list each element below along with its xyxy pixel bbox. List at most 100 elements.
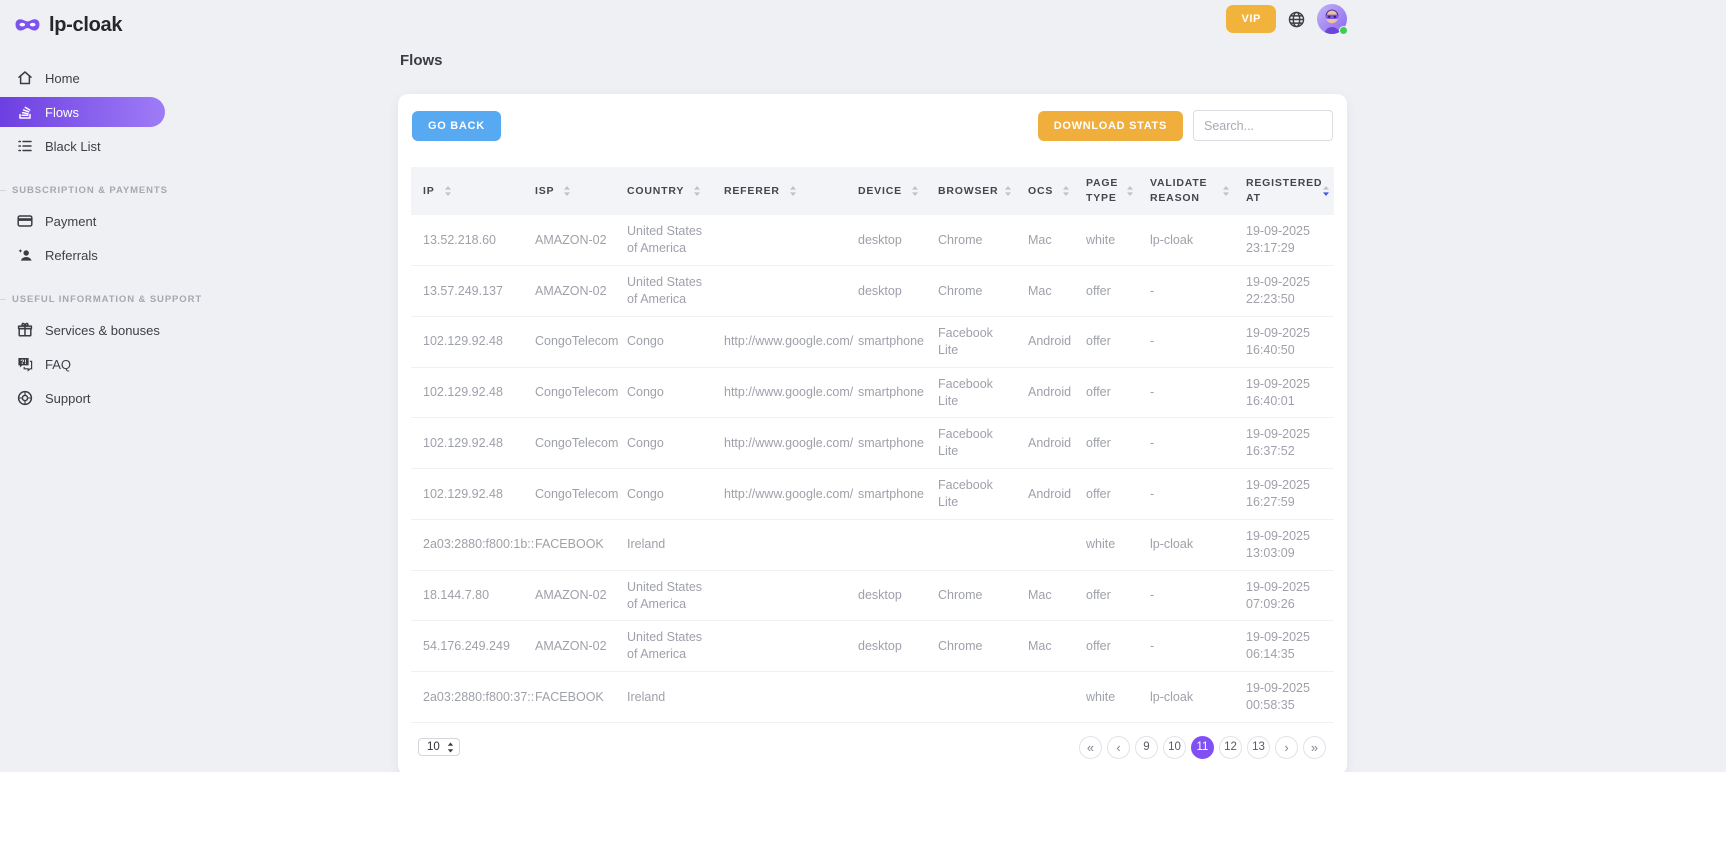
cell-page_type: white (1074, 672, 1138, 723)
topbar: VIP (1226, 4, 1347, 34)
cell-page_type: white (1074, 215, 1138, 265)
cell-country: United States of America (615, 621, 712, 672)
pagination-page-10[interactable]: 10 (1163, 736, 1186, 759)
cell-registered_at: 19-09-2025 06:14:35 (1234, 621, 1334, 672)
payment-icon (16, 212, 34, 230)
main-content: Flows GO BACK DOWNLOAD STATS IPISPCOUNTR… (398, 52, 1347, 772)
section-title: USEFUL INFORMATION & SUPPORT (12, 294, 202, 305)
cell-page_type: offer (1074, 570, 1138, 621)
cell-ip: 18.144.7.80 (411, 570, 523, 621)
sidebar-item-black-list[interactable]: Black List (0, 131, 165, 161)
cell-device (846, 519, 926, 570)
brand-name: lp-cloak (49, 14, 122, 37)
cell-ip: 102.129.92.48 (411, 418, 523, 469)
pagination-last-button[interactable]: » (1303, 736, 1326, 759)
cell-referer (712, 519, 846, 570)
cell-referer: http://www.google.com/ (712, 316, 846, 367)
cell-device: desktop (846, 621, 926, 672)
pagination-page-12[interactable]: 12 (1219, 736, 1242, 759)
cell-browser: Chrome (926, 266, 1016, 317)
search-input[interactable] (1193, 110, 1333, 141)
card-footer: 10 «‹910111213›» (411, 736, 1334, 759)
cell-device: smartphone (846, 469, 926, 520)
cell-isp: FACEBOOK (523, 519, 615, 570)
column-header-device[interactable]: DEVICE (846, 167, 926, 215)
avatar[interactable] (1317, 4, 1347, 34)
cell-browser: Chrome (926, 570, 1016, 621)
sidebar-item-label: Referrals (45, 248, 98, 263)
sidebar-item-flows[interactable]: Flows (0, 97, 165, 127)
pagination-prev-button[interactable]: ‹ (1107, 736, 1130, 759)
pagination-page-13[interactable]: 13 (1247, 736, 1270, 759)
table-row: 2a03:2880:f800:37::FACEBOOKIrelandwhitel… (411, 672, 1334, 723)
pagination-first-button[interactable]: « (1079, 736, 1102, 759)
cell-registered_at: 19-09-2025 16:27:59 (1234, 469, 1334, 520)
cell-country: Congo (615, 367, 712, 418)
pagination-next-button[interactable]: › (1275, 736, 1298, 759)
sort-icon (563, 185, 571, 197)
logo[interactable]: lp-cloak (0, 10, 178, 41)
globe-icon[interactable] (1287, 10, 1306, 29)
page-size-select[interactable]: 10 (418, 738, 460, 756)
column-label: BROWSER (938, 184, 995, 199)
services-icon (16, 321, 34, 339)
go-back-button[interactable]: GO BACK (412, 111, 501, 141)
page-title: Flows (400, 52, 1347, 69)
column-header-ocs[interactable]: OCS (1016, 167, 1074, 215)
column-header-registered_at[interactable]: REGISTERED AT (1234, 167, 1334, 215)
svg-text:?!: ?! (20, 359, 26, 366)
cell-validate_reason: - (1138, 570, 1234, 621)
cell-country: Ireland (615, 519, 712, 570)
cell-country: United States of America (615, 570, 712, 621)
cell-validate_reason: - (1138, 469, 1234, 520)
column-header-page_type[interactable]: PAGE TYPE (1074, 167, 1138, 215)
pagination-page-11[interactable]: 11 (1191, 736, 1214, 759)
column-header-browser[interactable]: BROWSER (926, 167, 1016, 215)
cell-registered_at: 19-09-2025 16:40:01 (1234, 367, 1334, 418)
referrals-icon (16, 246, 34, 264)
sidebar-item-support[interactable]: Support (0, 383, 165, 413)
sort-icon (1322, 185, 1330, 197)
sidebar-item-faq[interactable]: ?!FAQ (0, 349, 165, 379)
column-header-country[interactable]: COUNTRY (615, 167, 712, 215)
sidebar-item-label: Home (45, 71, 80, 86)
cell-ip: 54.176.249.249 (411, 621, 523, 672)
cell-ip: 13.57.249.137 (411, 266, 523, 317)
column-header-validate_reason[interactable]: VALIDATE REASON (1138, 167, 1234, 215)
sort-icon (911, 185, 919, 197)
cell-ocs: Mac (1016, 621, 1074, 672)
mask-logo-icon (14, 16, 41, 35)
cell-ocs (1016, 519, 1074, 570)
flows-table: IPISPCOUNTRYREFERERDEVICE BROWSER OCSPAGE … (411, 167, 1334, 723)
sidebar-item-home[interactable]: Home (0, 63, 165, 93)
cell-validate_reason: - (1138, 266, 1234, 317)
cell-ocs: Android (1016, 367, 1074, 418)
cell-isp: AMAZON-02 (523, 215, 615, 265)
cell-isp: CongoTelecom (523, 316, 615, 367)
cell-browser: Chrome (926, 215, 1016, 265)
cell-ocs: Mac (1016, 266, 1074, 317)
cell-validate_reason: - (1138, 367, 1234, 418)
sidebar-nav: Home Flows Black List SUBSCRIPTION & PAYMEN… (0, 63, 178, 413)
download-stats-button[interactable]: DOWNLOAD STATS (1038, 111, 1183, 141)
cell-country: Congo (615, 469, 712, 520)
table-row: 102.129.92.48CongoTelecomCongohttp://www… (411, 316, 1334, 367)
cell-registered_at: 19-09-2025 16:37:52 (1234, 418, 1334, 469)
sidebar-item-referrals[interactable]: Referrals (0, 240, 165, 270)
cell-device: desktop (846, 215, 926, 265)
cell-referer (712, 672, 846, 723)
column-header-isp[interactable]: ISP (523, 167, 615, 215)
black-list-icon (16, 137, 34, 155)
pagination-page-9[interactable]: 9 (1135, 736, 1158, 759)
table-row: 54.176.249.249AMAZON-02United States of … (411, 621, 1334, 672)
column-header-ip[interactable]: IP (411, 167, 523, 215)
cell-validate_reason: lp-cloak (1138, 672, 1234, 723)
cell-referer (712, 570, 846, 621)
sidebar-item-payment[interactable]: Payment (0, 206, 165, 236)
cell-referer: http://www.google.com/ (712, 367, 846, 418)
cell-validate_reason: - (1138, 316, 1234, 367)
column-header-referer[interactable]: REFERER (712, 167, 846, 215)
sidebar-item-services-bonuses[interactable]: Services & bonuses (0, 315, 165, 345)
vip-button[interactable]: VIP (1226, 5, 1276, 33)
sidebar-section-label: SUBSCRIPTION & PAYMENTS (0, 185, 178, 196)
